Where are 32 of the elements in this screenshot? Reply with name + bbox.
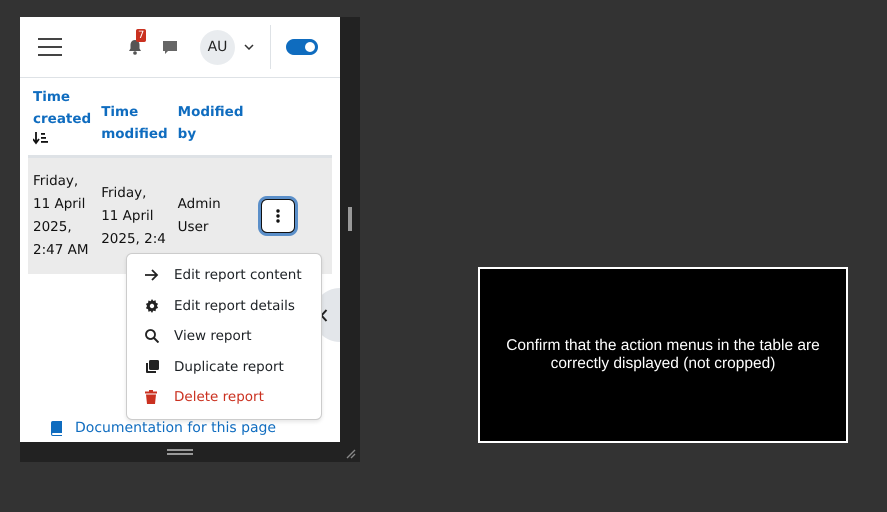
resize-handle[interactable]	[348, 206, 352, 230]
menu-item[interactable]: Edit report details	[127, 290, 321, 321]
column-header[interactable]: Time modified	[101, 101, 168, 145]
chat-icon[interactable]	[162, 40, 178, 54]
table-cell: Friday, 11 April 2025, 2:4	[101, 184, 166, 246]
menu-item[interactable]: Delete report	[127, 382, 321, 412]
table-cell: Admin User	[178, 196, 221, 235]
menu-item[interactable]: Edit report content	[127, 260, 321, 290]
copy-icon	[145, 360, 159, 374]
column-header[interactable]: Modified by	[178, 101, 248, 145]
search-icon	[145, 329, 159, 344]
documentation-link[interactable]: Documentation for this page	[75, 420, 276, 436]
message-text: Confirm that the action menus in the table are correctly displayed (not cropped)	[505, 337, 821, 373]
trash-icon	[145, 390, 157, 404]
bell-icon[interactable]	[128, 39, 142, 55]
notification-badge: 7	[136, 29, 146, 42]
resize-grip-icon[interactable]	[344, 447, 356, 459]
resize-handle[interactable]	[167, 449, 193, 455]
user-avatar[interactable]: AU	[200, 30, 235, 64]
table-cell: Friday, 11 April 2025, 2:47 AM	[33, 173, 88, 258]
kebab-icon	[276, 209, 280, 223]
gear-icon	[145, 298, 159, 313]
actions-button[interactable]	[260, 199, 295, 233]
arrow-right-icon	[145, 269, 159, 282]
chevron-left-icon	[320, 308, 328, 322]
column-header[interactable]: Time created	[33, 86, 92, 130]
caret-icon[interactable]	[244, 44, 254, 50]
menu-icon[interactable]	[38, 38, 62, 56]
book-icon	[50, 420, 62, 436]
edit-mode-switch[interactable]	[286, 39, 318, 55]
menu-item[interactable]: Duplicate report	[127, 352, 321, 382]
menu-item[interactable]: View report	[127, 321, 321, 352]
